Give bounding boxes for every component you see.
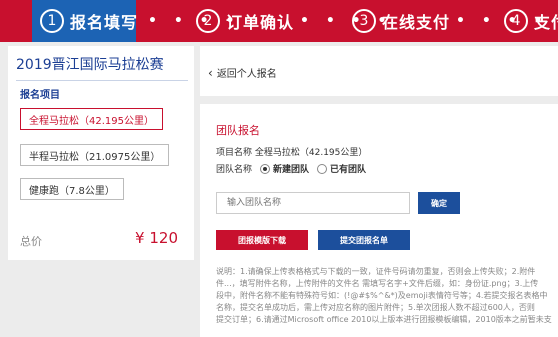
team-name-input[interactable]	[216, 192, 410, 214]
back-link-label: 返回个人报名	[216, 69, 277, 80]
step-number: 3	[352, 9, 376, 33]
submit-list-button[interactable]: 提交团报名单	[318, 230, 410, 250]
radio-new-team[interactable]: 新建团队	[260, 162, 309, 175]
step-1: 1 报名填写	[40, 0, 138, 42]
team-form-panel: 团队报名 项目名称 全程马拉松（42.195公里） 团队名称 新建团队 已有团队…	[200, 104, 558, 337]
step-3: 3 在线支付	[352, 0, 450, 42]
note-line: 说明：1.请确保上传表格格式与下载的一致，证件号码请勿重复，否则会上传失败；2.…	[216, 267, 536, 276]
radio-label: 已有团队	[330, 165, 367, 175]
back-link[interactable]: ‹ 返回个人报名	[208, 65, 277, 81]
step-label: 订单确认	[226, 13, 295, 32]
race-option-full-marathon[interactable]: 全程马拉松（42.195公里）	[20, 108, 163, 130]
step-label: 在线支付	[382, 13, 451, 32]
radio-existing-team[interactable]: 已有团队	[317, 162, 366, 175]
instructions-text: 说明：1.请确保上传表格格式与下载的一致，证件号码请勿重复，否则会上传失败；2.…	[216, 266, 556, 326]
total-label: 总价	[20, 235, 42, 248]
chevron-left-icon: ‹	[208, 65, 213, 80]
race-option-health-run[interactable]: 健康跑（7.8公里）	[20, 178, 124, 200]
team-label: 团队名称	[216, 165, 253, 175]
radio-circle-icon	[317, 163, 328, 174]
note-line: 名称，提交名单成功后，需上传对应名称的图片附件；5.单次团报人数不超过600人，…	[216, 303, 535, 312]
step-4: 4 支付	[504, 0, 558, 42]
steps-bar: 1 报名填写 • • • • 2 订单确认 • • • • 3 在线支付 • •…	[0, 0, 558, 42]
back-bar: ‹ 返回个人报名	[200, 46, 558, 96]
project-line: 项目名称 全程马拉松（42.195公里）	[216, 145, 367, 158]
total-row: 总价 ¥ 120	[8, 226, 194, 256]
note-line: 段中，附件名称不能有特殊符号如：(!@#$%^&*)及emoji表情符号等；4.…	[216, 291, 548, 300]
step-number: 2	[196, 9, 220, 33]
race-option-half-marathon[interactable]: 半程马拉松（21.0975公里）	[20, 144, 170, 166]
step-label: 支付	[534, 13, 558, 32]
confirm-button[interactable]: 确定	[418, 192, 460, 214]
step-2: 2 订单确认	[196, 0, 294, 42]
download-template-button[interactable]: 团报模版下载	[216, 230, 308, 250]
note-line: 提交订单；6.请通过Microsoft office 2010以上版本进行团报模…	[216, 315, 552, 324]
total-price: ¥ 120	[135, 229, 178, 247]
step-number: 4	[504, 9, 528, 33]
step-label: 报名填写	[70, 13, 139, 32]
radio-circle-icon	[260, 163, 271, 174]
project-label: 项目名称	[216, 148, 253, 158]
project-value: 全程马拉松（42.195公里）	[254, 148, 368, 158]
race-title: 2019晋江国际马拉松赛	[16, 54, 188, 81]
section-label: 报名项目	[20, 90, 60, 101]
radio-label: 新建团队	[273, 165, 310, 175]
team-type-line: 团队名称 新建团队 已有团队	[216, 162, 366, 175]
form-title: 团队报名	[216, 124, 260, 137]
step-number: 1	[40, 9, 64, 33]
note-line: 件...，填写附件名称，上传附件的文件名 需填写名字+文件后缀，如：身份证.pn…	[216, 279, 539, 288]
